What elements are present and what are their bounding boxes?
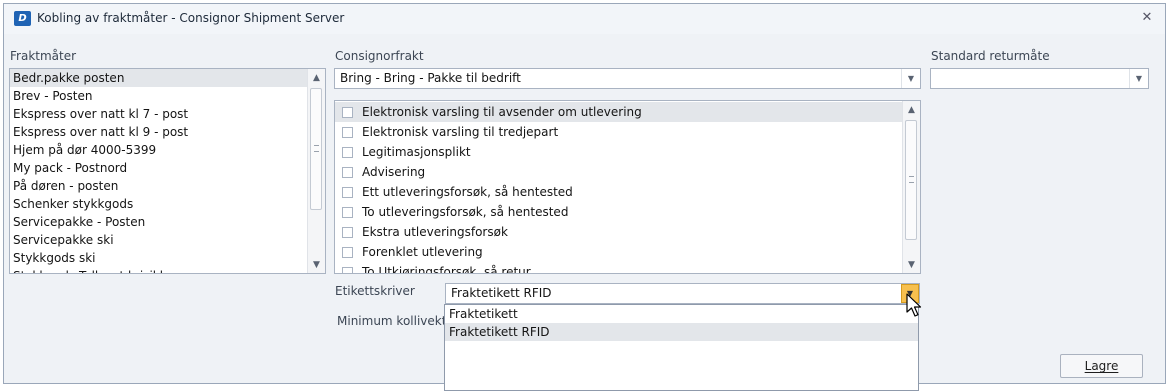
scroll-down-icon[interactable]: ▼	[308, 256, 325, 273]
checklist-item-label: Elektronisk varsling til avsender om utl…	[362, 105, 642, 119]
list-item[interactable]: Bedr.pakke posten	[10, 69, 325, 87]
scroll-thumb[interactable]	[905, 120, 917, 240]
scroll-down-icon[interactable]: ▼	[903, 256, 920, 273]
fraktmater-label: Fraktmåter	[10, 49, 77, 63]
checklist-item[interactable]: To Utkjøringsforsøk, så retur	[335, 262, 920, 274]
standard-returmate-combo[interactable]: ▼	[930, 68, 1149, 89]
list-item[interactable]: Ekspress over natt kl 9 - post	[10, 123, 325, 141]
dropdown-option[interactable]: Fraktetikett RFID	[445, 323, 918, 341]
checkbox[interactable]	[342, 186, 353, 198]
list-item[interactable]: På døren - posten	[10, 177, 325, 195]
scroll-up-icon[interactable]: ▲	[308, 69, 325, 86]
list-item[interactable]: Ekspress over natt kl 7 - post	[10, 105, 325, 123]
mouse-pointer-icon	[906, 293, 922, 317]
list-item[interactable]: Servicepakke - Posten	[10, 213, 325, 231]
checklist-item[interactable]: Advisering	[335, 162, 920, 182]
options-checklist[interactable]: Elektronisk varsling til avsender om utl…	[334, 100, 921, 274]
fraktmater-scrollbar[interactable]: ▲ ▼	[307, 69, 325, 273]
checkbox[interactable]	[342, 246, 353, 258]
dropdown-option[interactable]: Fraktetikett	[445, 305, 918, 323]
scroll-thumb[interactable]	[310, 88, 322, 210]
checklist-item-label: Ett utleveringsforsøk, så hentested	[362, 185, 573, 199]
checklist-item[interactable]: Ett utleveringsforsøk, så hentested	[335, 182, 920, 202]
list-item[interactable]: Servicepakke ski	[10, 231, 325, 249]
title-bar: D Kobling av fraktmåter - Consignor Ship…	[4, 4, 1165, 34]
checklist-item-label: To Utkjøringsforsøk, så retur	[362, 265, 531, 274]
save-button-label: Lagre	[1084, 359, 1119, 373]
options-scrollbar[interactable]: ▲ ▼	[902, 101, 920, 273]
checklist-item[interactable]: Legitimasjonsplikt	[335, 142, 920, 162]
standard-returmate-label: Standard returmåte	[931, 49, 1050, 63]
close-icon[interactable]: ✕	[1139, 10, 1155, 26]
etikettskriver-value: Fraktetikett RFID	[451, 286, 552, 300]
checkbox[interactable]	[342, 226, 353, 238]
checklist-item-label: To utleveringsforsøk, så hentested	[362, 205, 569, 219]
checklist-item[interactable]: Ekstra utleveringsforsøk	[335, 222, 920, 242]
checklist-item[interactable]: To utleveringsforsøk, så hentested	[335, 202, 920, 222]
checkbox[interactable]	[342, 166, 353, 178]
window-title: Kobling av fraktmåter - Consignor Shipme…	[37, 11, 345, 25]
consignorfrakt-value: Bring - Bring - Pakke til bedrift	[340, 71, 521, 85]
list-item[interactable]: Stykkgods Tollpost krisikk	[10, 267, 325, 273]
save-button[interactable]: Lagre	[1060, 354, 1143, 378]
fraktmater-listbox[interactable]: Bedr.pakke posten Brev - Posten Ekspress o…	[9, 68, 326, 274]
list-item[interactable]: My pack - Postnord	[10, 159, 325, 177]
checklist-item[interactable]: Elektronisk varsling til tredjepart	[335, 122, 920, 142]
list-item[interactable]: Hjem på dør 4000-5399	[10, 141, 325, 159]
checklist-item-label: Forenklet utlevering	[362, 245, 483, 259]
checklist-item-label: Legitimasjonsplikt	[362, 145, 471, 159]
chevron-down-icon[interactable]: ▼	[1129, 69, 1148, 88]
scroll-up-icon[interactable]: ▲	[903, 101, 920, 118]
etikettskriver-label: Etikettskriver	[335, 284, 415, 298]
consignorfrakt-label: Consignorfrakt	[335, 49, 424, 63]
list-item[interactable]: Schenker stykkgods	[10, 195, 325, 213]
consignor-logo-icon: D	[14, 11, 31, 26]
checklist-item-label: Advisering	[362, 165, 426, 179]
checklist-item-label: Elektronisk varsling til tredjepart	[362, 125, 559, 139]
checkbox[interactable]	[342, 146, 353, 158]
checklist-item-label: Ekstra utleveringsforsøk	[362, 225, 508, 239]
checkbox[interactable]	[342, 106, 353, 118]
checkbox[interactable]	[342, 206, 353, 218]
checklist-item[interactable]: Forenklet utlevering	[335, 242, 920, 262]
list-item[interactable]: Stykkgods ski	[10, 249, 325, 267]
minimum-kollivekt-label: Minimum kollivekt	[337, 314, 447, 328]
consignorfrakt-combo[interactable]: Bring - Bring - Pakke til bedrift ▼	[334, 68, 921, 89]
etikettskriver-dropdown[interactable]: Fraktetikett Fraktetikett RFID	[444, 304, 919, 391]
checkbox[interactable]	[342, 266, 353, 273]
chevron-down-icon[interactable]: ▼	[901, 69, 920, 88]
checklist-item[interactable]: Elektronisk varsling til avsender om utl…	[335, 102, 920, 122]
checkbox[interactable]	[342, 126, 353, 138]
list-item[interactable]: Brev - Posten	[10, 87, 325, 105]
etikettskriver-combo[interactable]: Fraktetikett RFID ▼	[445, 283, 920, 304]
